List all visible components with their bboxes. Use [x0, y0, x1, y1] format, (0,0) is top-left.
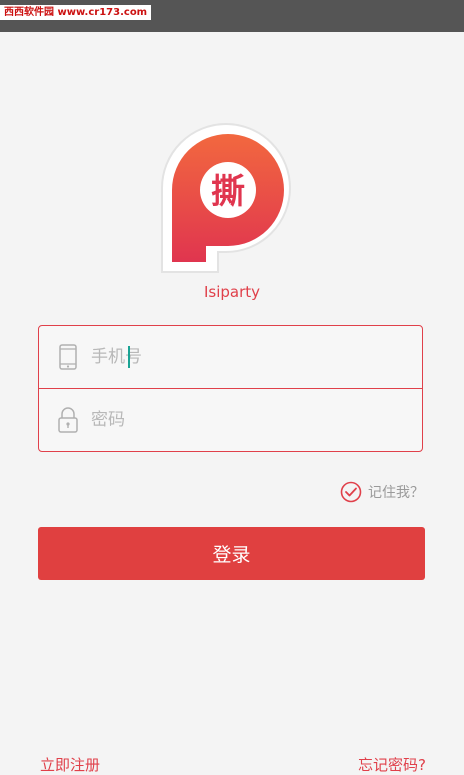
status-bar: 西西软件园 www.cr173.com [0, 0, 464, 32]
password-field-row [39, 388, 422, 451]
login-button[interactable]: 登录 [38, 527, 425, 580]
logo-glyph: 撕 [211, 172, 245, 212]
text-caret [128, 346, 130, 368]
remember-me-label: 记住我？ [368, 485, 424, 501]
password-input[interactable] [91, 410, 371, 430]
remember-me-toggle[interactable]: 记住我？ [340, 481, 424, 503]
register-link[interactable]: 立即注册 [40, 754, 100, 775]
lock-icon [57, 407, 79, 433]
phone-icon [57, 344, 79, 370]
watermark: 西西软件园 www.cr173.com [0, 5, 152, 20]
app-name: Isiparty [203, 283, 261, 301]
phone-input[interactable] [91, 347, 371, 367]
forgot-password-link[interactable]: 忘记密码? [358, 754, 426, 775]
check-circle-icon [340, 481, 362, 503]
phone-field-row [39, 326, 422, 388]
login-form [38, 325, 423, 452]
app-logo: 撕 [160, 122, 302, 274]
